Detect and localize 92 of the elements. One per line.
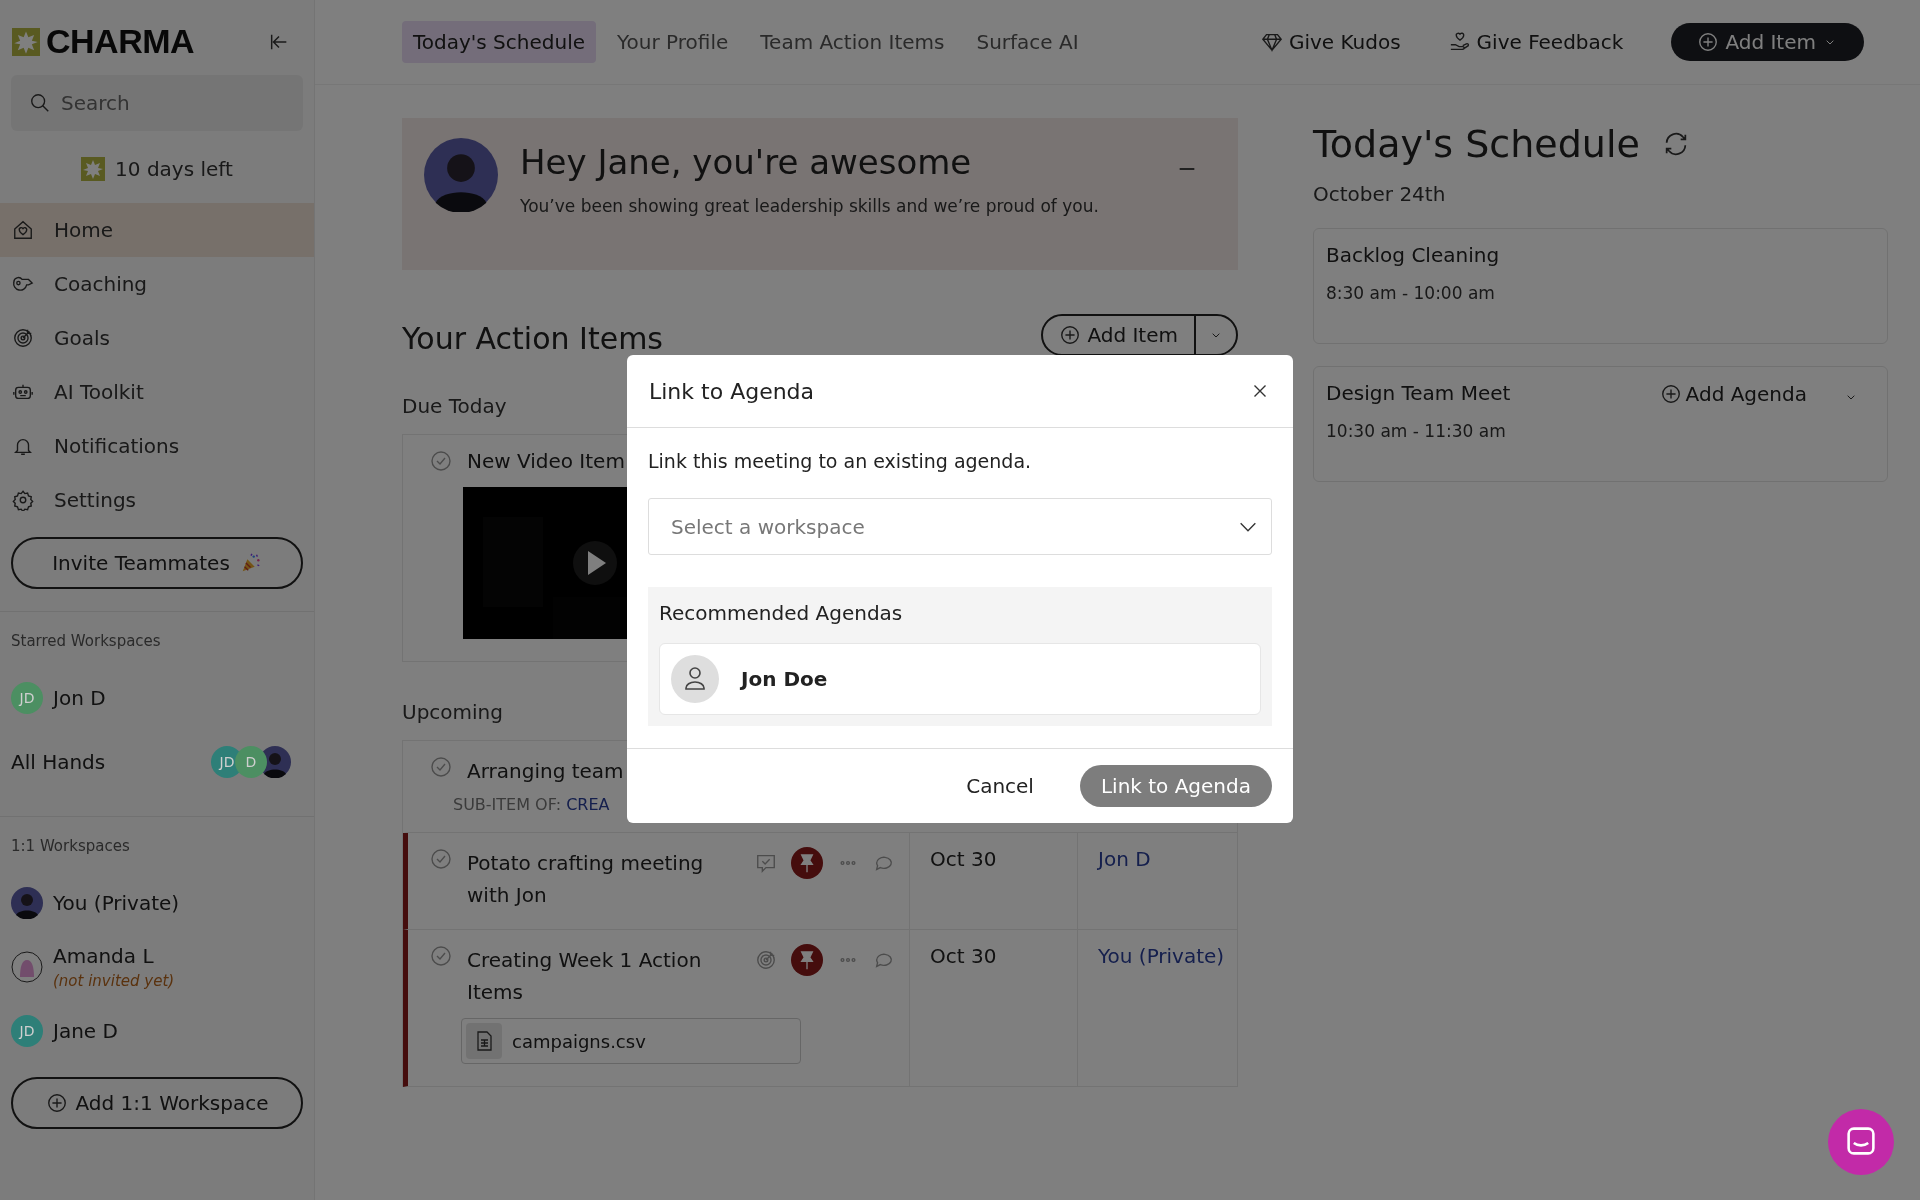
invite-status: (not invited yet): [53, 972, 175, 990]
avatar: JD: [11, 1015, 43, 1047]
section-title: Your Action Items: [402, 320, 663, 356]
nav-item[interactable]: Coaching: [0, 257, 314, 311]
section-heading: Upcoming: [402, 700, 503, 724]
nav-item[interactable]: Home: [0, 203, 314, 257]
event-card[interactable]: Backlog Cleaning 8:30 am - 10:00 am: [1313, 228, 1888, 344]
workspace-name: Jane D: [53, 1019, 118, 1043]
hand-heart-icon: [1448, 31, 1471, 53]
target-icon: [755, 949, 777, 971]
workspace-name: All Hands: [11, 750, 107, 774]
cancel-button[interactable]: Cancel: [960, 773, 1040, 799]
tab[interactable]: Your Profile: [606, 21, 740, 63]
target-icon: [12, 327, 34, 349]
section-heading: Starred Workspaces: [10, 631, 162, 652]
action-item-title[interactable]: New Video Item: [467, 449, 625, 473]
attachment-chip[interactable]: campaigns.csv: [461, 1018, 801, 1064]
greeting-title: Hey Jane, you're awesome: [520, 142, 973, 182]
greeting-message: You’ve been showing great leadership skills and we’re proud of you.: [520, 196, 1100, 216]
spreadsheet-file-icon: [466, 1023, 502, 1059]
header-link[interactable]: Give Feedback: [1442, 29, 1630, 55]
workspace-item[interactable]: JD Jon D: [0, 666, 314, 730]
checkbox-icon[interactable]: [429, 449, 453, 473]
header-link[interactable]: Give Kudos: [1254, 29, 1407, 55]
owner-link[interactable]: Jon D: [1098, 847, 1151, 871]
schedule-title: Today's Schedule: [1313, 122, 1640, 166]
plus-icon: [1659, 383, 1682, 405]
sub-item-label: SUB-ITEM OF:: [453, 795, 562, 814]
event-name: Backlog Cleaning: [1326, 243, 1501, 267]
pin-icon[interactable]: [791, 944, 823, 976]
settings-icon: [12, 489, 34, 511]
tab[interactable]: Today's Schedule: [402, 21, 597, 63]
tab[interactable]: Surface AI: [965, 21, 1090, 63]
trial-days: 10 days left: [115, 157, 233, 181]
checkbox-icon[interactable]: [429, 944, 453, 968]
avatar: [11, 887, 43, 919]
workspace-name: Jon D: [53, 686, 106, 710]
search-icon: [29, 92, 51, 114]
action-item-title: Arranging team: [467, 758, 625, 785]
search-field[interactable]: Search: [11, 75, 303, 131]
panel-heading: Recommended Agendas: [659, 601, 904, 625]
diamond-icon: [1260, 31, 1283, 53]
action-item-title: Potato crafting meeting with Jon: [467, 850, 705, 909]
add-item-button[interactable]: Add Item: [1671, 23, 1864, 61]
workspace-item[interactable]: You (Private): [0, 871, 314, 935]
home-icon: [12, 219, 34, 241]
avatar: [11, 951, 43, 983]
workspace-item[interactable]: All Hands JD D: [0, 730, 314, 794]
event-card[interactable]: Design Team Meet 10:30 am - 11:30 am Add Agenda: [1313, 366, 1888, 482]
logo-text: CHARMA: [46, 22, 195, 61]
event-time: 10:30 am - 11:30 am: [1326, 421, 1507, 441]
section-heading: Due Today: [402, 394, 507, 418]
add-agenda-button[interactable]: Add Agenda: [1653, 381, 1813, 407]
checkbox-icon[interactable]: [429, 847, 453, 871]
workspace-item[interactable]: Amanda L (not invited yet): [0, 935, 314, 999]
avatar: JD: [11, 682, 43, 714]
action-item-row[interactable]: Creating Week 1 Action Items campaigns.csv Oct 30 You (Private): [403, 930, 1237, 1087]
dialog-description: Link this meeting to an existing agenda.: [648, 450, 1033, 472]
plus-icon: [1059, 324, 1082, 346]
due-date: Oct 30: [930, 944, 997, 968]
invite-teammates-button[interactable]: Invite Teammates: [11, 537, 303, 589]
workspace-name: You (Private): [53, 891, 180, 915]
agenda-option[interactable]: Jon Doe: [659, 643, 1261, 715]
nav-item[interactable]: AI Toolkit: [0, 365, 314, 419]
parent-item-link[interactable]: CREA: [566, 795, 610, 814]
workspace-item[interactable]: JD Jane D: [0, 999, 314, 1063]
pin-icon[interactable]: [791, 847, 823, 879]
dialog-title: Link to Agenda: [649, 378, 815, 404]
logo-icon: [81, 157, 106, 181]
tab[interactable]: Team Action Items: [749, 21, 956, 63]
logo-icon: [12, 27, 40, 56]
workspace-select[interactable]: Select a workspace: [648, 498, 1272, 555]
chat-launcher-icon[interactable]: [1828, 1109, 1894, 1175]
section-heading: 1:1 Workspaces: [10, 836, 131, 857]
plus-icon: [45, 1092, 68, 1114]
nav-item[interactable]: Notifications: [0, 419, 314, 473]
add-workspace-button[interactable]: Add 1:1 Workspace: [11, 1077, 303, 1129]
user-icon: [671, 655, 719, 703]
event-time: 8:30 am - 10:00 am: [1326, 283, 1496, 303]
workspace-name: Amanda L: [53, 944, 155, 968]
plus-icon: [1697, 31, 1720, 53]
chat-check-icon: [755, 852, 777, 874]
avatar: D: [235, 746, 267, 778]
schedule-date: October 24th: [1313, 182, 1447, 206]
event-name: Design Team Meet: [1326, 381, 1512, 405]
nav-item[interactable]: Goals: [0, 311, 314, 365]
owner-link[interactable]: You (Private): [1098, 944, 1225, 968]
nav-item[interactable]: Settings: [0, 473, 314, 527]
due-date: Oct 30: [930, 847, 997, 871]
action-item-title: Creating Week 1 Action Items: [467, 947, 703, 1006]
checkbox-icon[interactable]: [429, 755, 453, 779]
action-item-row[interactable]: Potato crafting meeting with Jon Oct 30 Jon D: [403, 833, 1237, 930]
